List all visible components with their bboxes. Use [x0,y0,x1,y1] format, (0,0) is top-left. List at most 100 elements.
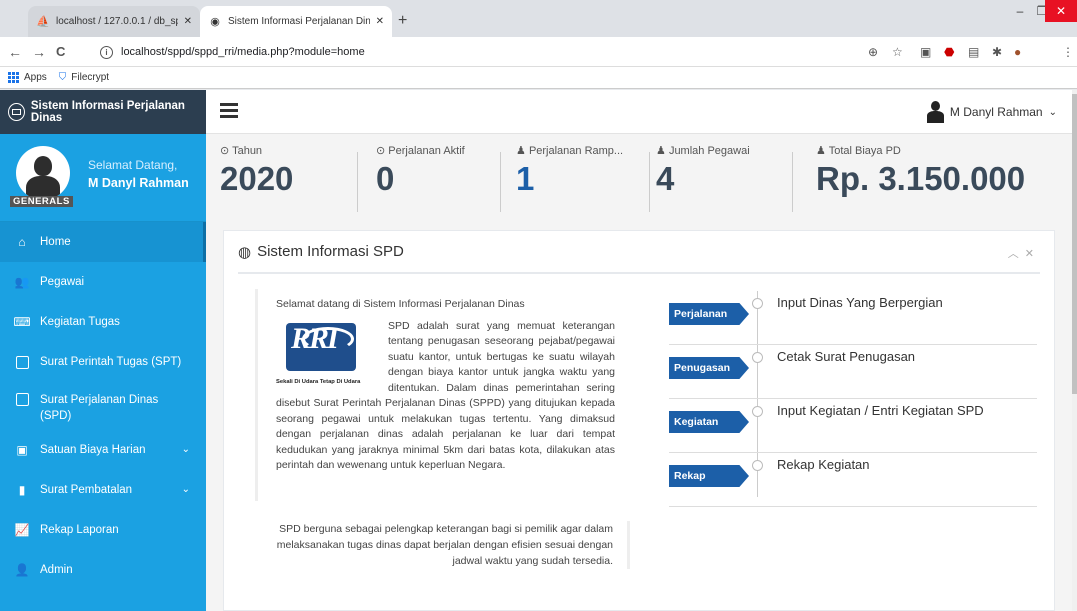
ublock-icon[interactable]: ⬣ [944,45,954,59]
stat-perjalanan-aktif: ⊙ Perjalanan Aktif 0 [376,144,501,214]
timeline-text: Input Kegiatan / Entri Kegiatan SPD [777,403,984,418]
close-tab-icon[interactable]: ✕ [184,16,192,27]
url-text: localhost/sppd/sppd_rri/media.php?module… [121,46,365,58]
timeline: Perjalanan Input Dinas Yang Berpergian P… [669,291,1037,507]
hamburger-menu-icon[interactable] [220,103,238,121]
home-icon: ⌂ [18,235,26,249]
sidebar-item-spd[interactable]: Surat Perjalanan Dinas (SPD) [0,382,206,430]
close-icon[interactable]: ✕ [1025,248,1040,260]
globe-favicon-icon: ◉ [210,16,220,28]
top-navbar: M Danyl Rahman ⌄ [206,90,1077,134]
stat-divider [649,152,650,212]
shield-icon: ⛉ [58,72,67,83]
sidebar-item-label: Satuan Biaya Harian [40,444,146,456]
profile-icon[interactable]: ● [1014,45,1021,59]
avatar [16,146,70,200]
collapse-icon[interactable]: ︿ [1008,248,1025,260]
stat-perjalanan-rampung: ♟ Perjalanan Ramp... 1 [516,144,650,214]
bookmark-label: Filecrypt [71,72,110,83]
panel-title: Sistem Informasi SPD [257,243,404,260]
timeline-text: Rekap Kegiatan [777,457,870,472]
bookmark-apps[interactable]: Apps [8,72,47,83]
timeline-dot [752,460,763,471]
menu-icon[interactable]: ⋮ [1062,45,1074,59]
user-icon: 👤 [14,563,30,577]
topbar-user-name: M Danyl Rahman [949,105,1043,119]
timeline-text: Cetak Surat Penugasan [777,349,916,364]
user-badge: GENERALS [10,196,73,207]
stat-divider [357,152,358,212]
apps-grid-icon [8,72,19,83]
stat-tahun: ⊙ Tahun 2020 [220,144,358,214]
timeline-item: Rekap Rekap Kegiatan [669,453,1037,507]
stat-label: Perjalanan Ramp... [528,145,624,157]
chevron-down-icon: ⌄ [181,444,190,455]
sidebar-item-spt[interactable]: Surat Perintah Tugas (SPT) [0,342,206,382]
pdf-file-icon [14,355,30,369]
sidebar-item-admin[interactable]: 👤 Admin [0,550,206,590]
sidebar-item-label: Home [40,236,71,248]
close-window-button[interactable]: ✕ [1045,0,1077,22]
file-icon: ▮ [18,483,26,497]
intro-note: SPD berguna sebagai pelengkap keterangan… [255,521,630,569]
bookmarks-bar: Apps ⛉ Filecrypt [0,67,1077,89]
stat-value: 1 [516,160,535,197]
browser-tab-sppd[interactable]: ◉ Sistem Informasi Perjalanan Dina ✕ [200,6,392,37]
user-panel: GENERALS Selamat Datang, M Danyl Rahman [0,134,206,222]
page-scrollbar[interactable] [1072,90,1077,611]
timeline-dot [752,298,763,309]
perjalanan-button[interactable]: Perjalanan [669,303,749,325]
avatar [926,101,944,123]
clock-icon: ⊙ [220,145,230,157]
welcome-text: Selamat Datang, [88,158,178,172]
sidebar-item-pegawai[interactable]: 👥 Pegawai [0,262,206,302]
back-button[interactable]: ← [8,44,22,60]
timeline-text: Input Dinas Yang Berpergian [777,295,943,310]
address-bar: ← → C i localhost/sppd/sppd_rri/media.ph… [0,37,1077,67]
money-icon: ▣ [16,443,28,457]
brand-title: Sistem Informasi Perjalanan Dinas [30,100,185,124]
stat-label: Jumlah Pegawai [668,145,750,157]
user-name: M Danyl Rahman [88,176,189,190]
intro-title: Selamat datang di Sistem Informasi Perja… [276,298,525,310]
user-dropdown[interactable]: M Danyl Rahman ⌄ [926,101,1057,123]
monitor-icon [8,103,25,121]
sidebar-item-rekap-laporan[interactable]: 📈 Rekap Laporan [0,510,206,550]
url-field[interactable]: i localhost/sppd/sppd_rri/media.php?modu… [100,43,365,61]
users-icon: 👥 [14,275,30,289]
sidebar-item-satuan-biaya[interactable]: ▣ Satuan Biaya Harian ⌄ [0,430,206,470]
sidebar-item-label: Pegawai [40,276,85,288]
stat-value: 4 [656,160,675,197]
bookmark-filecrypt[interactable]: ⛉ Filecrypt [59,72,109,83]
stat-total-biaya: ♟ Total Biaya PD Rp. 3.150.000 [816,144,1066,214]
panel-header: ◍ Sistem Informasi SPD ︿✕ [238,231,1040,274]
ext-badge-icon[interactable]: ▤ [968,45,979,59]
stat-divider [792,152,793,212]
zoom-icon[interactable]: ⊕ [868,45,878,59]
brand-bar[interactable]: Sistem Informasi Perjalanan Dinas [0,90,206,134]
sidebar-item-surat-pembatalan[interactable]: ▮ Surat Pembatalan ⌄ [0,470,206,510]
sidebar-item-home[interactable]: ⌂ Home [0,222,206,262]
sidebar: Sistem Informasi Perjalanan Dinas GENERA… [0,90,206,611]
browser-tab-phpmyadmin[interactable]: ⛵ localhost / 127.0.0.1 / db_sppd / ✕ [28,6,200,37]
new-tab-button[interactable]: + [398,12,407,30]
pdf-file-icon [14,392,30,406]
forward-button[interactable]: → [32,44,46,60]
ext-icon[interactable]: ▣ [920,45,931,59]
reload-button[interactable]: C [56,44,65,59]
tab-title: Sistem Informasi Perjalanan Dina [228,16,370,27]
penugasan-button[interactable]: Penugasan [669,357,749,379]
logo-tagline: Sekali Di Udara Tetap Di Udara [276,378,361,385]
kegiatan-button[interactable]: Kegiatan [669,411,749,433]
puzzle-icon[interactable]: ✱ [992,45,1002,59]
sidebar-item-kegiatan-tugas[interactable]: ⌨ Kegiatan Tugas [0,302,206,342]
sidebar-item-label: Surat Pembatalan [40,484,133,496]
user-icon: ♟ [656,145,666,157]
close-tab-icon[interactable]: ✕ [376,16,384,27]
star-icon[interactable]: ☆ [892,45,903,59]
tab-title: localhost / 127.0.0.1 / db_sppd / [56,16,178,27]
rekap-button[interactable]: Rekap [669,465,749,487]
info-panel: ◍ Sistem Informasi SPD ︿✕ Selamat datang … [223,230,1055,611]
timeline-item: Penugasan Cetak Surat Penugasan [669,345,1037,399]
site-info-icon[interactable]: i [100,45,113,59]
